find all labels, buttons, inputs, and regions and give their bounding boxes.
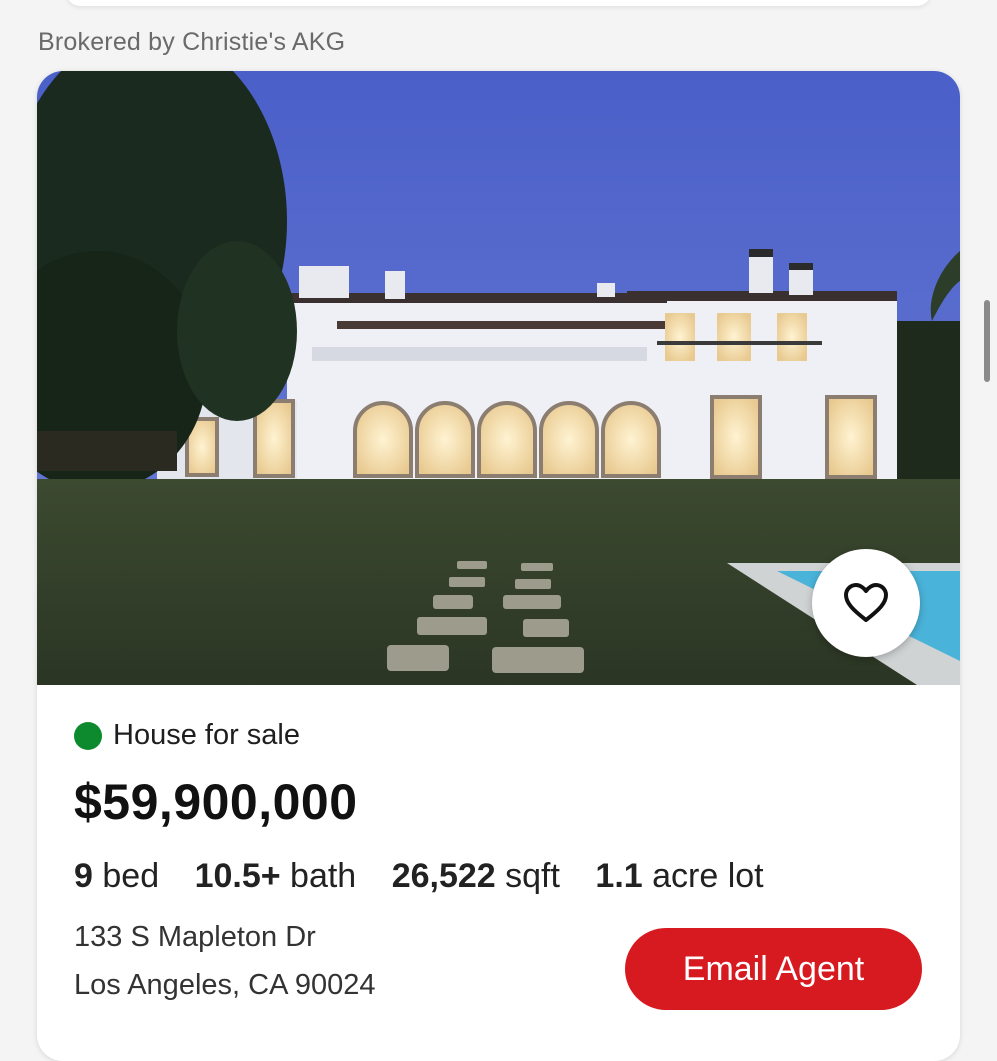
listing-card[interactable]: House for sale $59,900,000 9 bed 10.5+ b… [37,71,960,1061]
previous-card-edge [66,0,931,6]
email-agent-button[interactable]: Email Agent [625,928,922,1010]
listing-price: $59,900,000 [74,774,358,830]
lot-value: 1.1 [595,857,643,895]
address-line-1: 133 S Mapleton Dr [74,921,316,953]
baths-spec: 10.5+ bath [195,857,357,895]
listing-specs: 9 bed 10.5+ bath 26,522 sqft 1.1 acre lo… [74,857,790,896]
listing-status: House for sale [74,719,300,752]
baths-value: 10.5+ [194,857,281,895]
beds-unit: bed [102,857,160,895]
address-line-2: Los Angeles, CA 90024 [74,969,376,1001]
lot-unit: acre lot [652,857,764,895]
status-text: House for sale [113,719,300,751]
listing-photo[interactable] [37,71,960,685]
sqft-spec: 26,522 sqft [392,857,560,895]
sqft-unit: sqft [505,857,560,895]
favorite-button[interactable] [812,549,920,657]
heart-outline-icon [844,583,888,622]
beds-value: 9 [74,857,93,895]
broker-label: Brokered by Christie's AKG [38,28,346,56]
beds-spec: 9 bed [74,857,159,895]
scrollbar-thumb[interactable] [984,300,990,382]
status-dot-icon [74,721,102,750]
sqft-value: 26,522 [391,857,496,895]
lot-spec: 1.1 acre lot [595,857,763,895]
baths-unit: bath [290,857,357,895]
